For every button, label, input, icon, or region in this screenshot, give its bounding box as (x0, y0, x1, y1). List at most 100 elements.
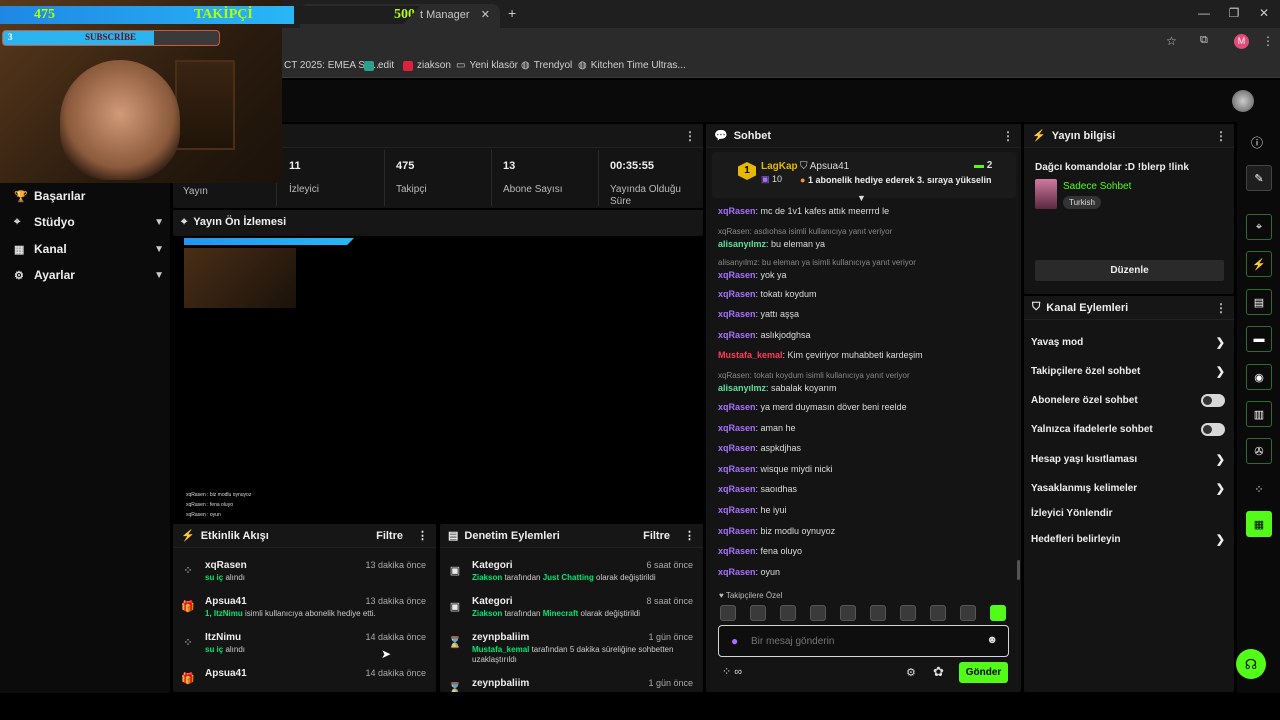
stream-tag[interactable]: Turkish (1063, 196, 1101, 209)
chat-input[interactable] (751, 632, 981, 650)
chat-scrollbar[interactable] (1017, 560, 1020, 580)
action-banned-words[interactable]: Yasaklanmış kelimeler ❯ (1031, 482, 1225, 495)
action-slow-mode[interactable]: Yavaş mod ❯ (1031, 336, 1225, 349)
chat-settings-icon[interactable]: ⚙ (906, 666, 916, 679)
restore-icon[interactable]: ❐ (1224, 6, 1244, 20)
emotes-only-toggle[interactable] (1201, 423, 1225, 436)
activity-item[interactable]: 🎁 Apsua41 13 dakika önce 1, ItzNimu isimli … (173, 594, 436, 630)
chat-message[interactable]: xqRasen: tokatı koydum (718, 289, 817, 299)
emote[interactable] (810, 605, 826, 621)
more-options-icon[interactable]: ⋮ (684, 529, 695, 542)
emote[interactable] (900, 605, 916, 621)
chat-username[interactable]: xqRasen (718, 546, 756, 556)
chat-username[interactable]: xqRasen (718, 289, 756, 299)
action-account-age[interactable]: Hesap yaşı kısıtlaması ❯ (1031, 453, 1225, 466)
nav-item-channel[interactable]: ▦ Kanal ▼ (14, 239, 164, 259)
activity-item[interactable]: ⁘ xqRasen 13 dakika önce su iç alındı (173, 558, 436, 594)
action-emotes-only[interactable]: Yalnızca ifadelerle sohbet (1031, 423, 1225, 436)
chat-input-box[interactable]: ● ☻ (718, 625, 1009, 657)
more-options-icon[interactable]: ⋮ (684, 129, 696, 143)
bookmark-star-icon[interactable]: ☆ (1166, 34, 1177, 48)
emote[interactable] (720, 605, 736, 621)
bookmark-item[interactable]: edit (364, 60, 394, 71)
bookmark-item[interactable]: ◍ Kitchen Time Ultras... (578, 60, 686, 71)
profile-avatar[interactable]: M (1234, 34, 1249, 49)
bookmark-item[interactable]: ziakson (403, 60, 451, 71)
chat-message[interactable]: xqRasen: aslıkjodghsa (718, 330, 811, 340)
chat-message[interactable]: xqRasen: yattı aşşa (718, 309, 799, 319)
chat-username[interactable]: xqRasen (718, 443, 756, 453)
lightning-icon[interactable]: ⚡ (1246, 251, 1272, 277)
emote[interactable] (840, 605, 856, 621)
nav-item-studio[interactable]: ⌖ Stüdyo ▼ (14, 212, 164, 232)
emote[interactable] (930, 605, 946, 621)
chat-message[interactable]: xqRasen: wisque miydi nicki (718, 464, 833, 474)
support-headset-icon[interactable]: ☊ (1236, 649, 1266, 679)
chat-username[interactable]: xqRasen (718, 464, 756, 474)
emote-picker-icon[interactable]: ✿ (933, 664, 944, 680)
chat-message[interactable]: xqRasen: he iyui (718, 505, 787, 515)
chat-username[interactable]: xqRasen (718, 330, 756, 340)
emote[interactable] (750, 605, 766, 621)
bookmark-folder[interactable]: ▭ Yeni klasör (456, 60, 518, 71)
studio-icon[interactable]: ⌖ (1246, 214, 1272, 240)
window-close-icon[interactable]: ✕ (1254, 6, 1274, 20)
action-subscribers-only[interactable]: Abonelere özel sohbet (1031, 394, 1225, 407)
points-icon[interactable]: ⁘ (1246, 476, 1272, 502)
chat-username[interactable]: xqRasen (718, 505, 756, 515)
wrench-icon[interactable]: ✇ (1246, 438, 1272, 464)
moderation-filter-button[interactable]: Filtre (643, 530, 670, 542)
edit-stream-button[interactable]: Düzenle (1035, 260, 1224, 281)
more-options-icon[interactable]: ⋮ (1215, 301, 1227, 315)
activity-item[interactable]: ⁘ ItzNimu 14 dakika önce su iç alındı (173, 630, 436, 666)
emote[interactable] (960, 605, 976, 621)
broadcast-icon[interactable]: ◉ (1246, 364, 1272, 390)
more-options-icon[interactable]: ⋮ (1002, 129, 1014, 143)
chat-message[interactable]: xqRasen: fena oluyo (718, 546, 802, 556)
activity-filter-button[interactable]: Filtre (376, 530, 403, 542)
chat-message[interactable]: xqRasen: yok ya (718, 270, 787, 280)
more-options-icon[interactable]: ⋮ (417, 529, 428, 542)
chat-message[interactable]: xqRasen: ya merd duymasın döver beni ree… (718, 402, 907, 412)
info-icon[interactable]: ⓘ (1251, 134, 1263, 151)
user-avatar[interactable] (1232, 90, 1254, 112)
chat-username[interactable]: xqRasen (718, 484, 756, 494)
chat-username[interactable]: xqRasen (718, 309, 756, 319)
extensions-icon[interactable]: ⧉ (1200, 34, 1208, 47)
layout-icon[interactable]: ▥ (1246, 401, 1272, 427)
bookmark-item[interactable]: ◍ Trendyol (521, 60, 572, 71)
emote[interactable] (780, 605, 796, 621)
chat-username[interactable]: xqRasen (718, 402, 756, 412)
chat-message[interactable]: alisanyılmz: sabalak koyarım (718, 383, 837, 393)
collapse-icon[interactable]: ▼ (857, 193, 866, 203)
send-button[interactable]: Gönder (959, 662, 1008, 683)
action-followers-only[interactable]: Takipçilere özel sohbet ❯ (1031, 365, 1225, 378)
emote[interactable] (990, 605, 1006, 621)
tab-close-icon[interactable]: ✕ (481, 8, 490, 21)
chat-message[interactable]: xqRasen: saoıdhas (718, 484, 797, 494)
chat-message[interactable]: Mustafa_kemal: Kim çeviriyor muhabbeti k… (718, 350, 923, 360)
chat-username[interactable]: xqRasen (718, 567, 756, 577)
chat-username[interactable]: alisanyılmz (718, 239, 766, 249)
chat-message[interactable]: alisanyılmz: bu eleman ya (718, 239, 825, 249)
clapper-icon[interactable]: ▦ (1246, 511, 1272, 537)
activity-item[interactable]: 🎁 Apsua41 14 dakika önce (173, 666, 436, 692)
more-options-icon[interactable]: ⋮ (1215, 129, 1227, 143)
moderation-item[interactable]: ⌛ zeynpbaliim 1 gün önce Mustafa_kemal tara… (440, 630, 703, 666)
chat-username[interactable]: alisanyılmz (718, 383, 766, 393)
action-set-goals[interactable]: Hedefleri belirleyin ❯ (1031, 533, 1225, 546)
chat-message[interactable]: xqRasen: aman he (718, 423, 796, 433)
moderation-item[interactable]: ▣ Kategori 6 saat önce Ziakson tarafından J… (440, 558, 703, 594)
nav-item-achievements[interactable]: 🏆 Başarılar (14, 186, 164, 206)
stream-category[interactable]: Sadece Sohbet (1063, 181, 1131, 192)
chat-username[interactable]: Mustafa_kemal (718, 350, 783, 360)
browser-menu-icon[interactable]: ⋮ (1262, 34, 1274, 48)
chat-username[interactable]: xqRasen (718, 270, 756, 280)
minimize-icon[interactable]: — (1194, 6, 1214, 20)
chat-username[interactable]: xqRasen (718, 423, 756, 433)
moderation-item[interactable]: ▣ Kategori 8 saat önce Ziakson tarafından M… (440, 594, 703, 630)
new-tab-button[interactable]: + (508, 5, 516, 21)
emoji-icon[interactable]: ☻ (986, 634, 998, 646)
moderation-item[interactable]: ⌛ zeynpbaliim 1 gün önce (440, 676, 703, 692)
chat-username[interactable]: xqRasen (718, 526, 756, 536)
